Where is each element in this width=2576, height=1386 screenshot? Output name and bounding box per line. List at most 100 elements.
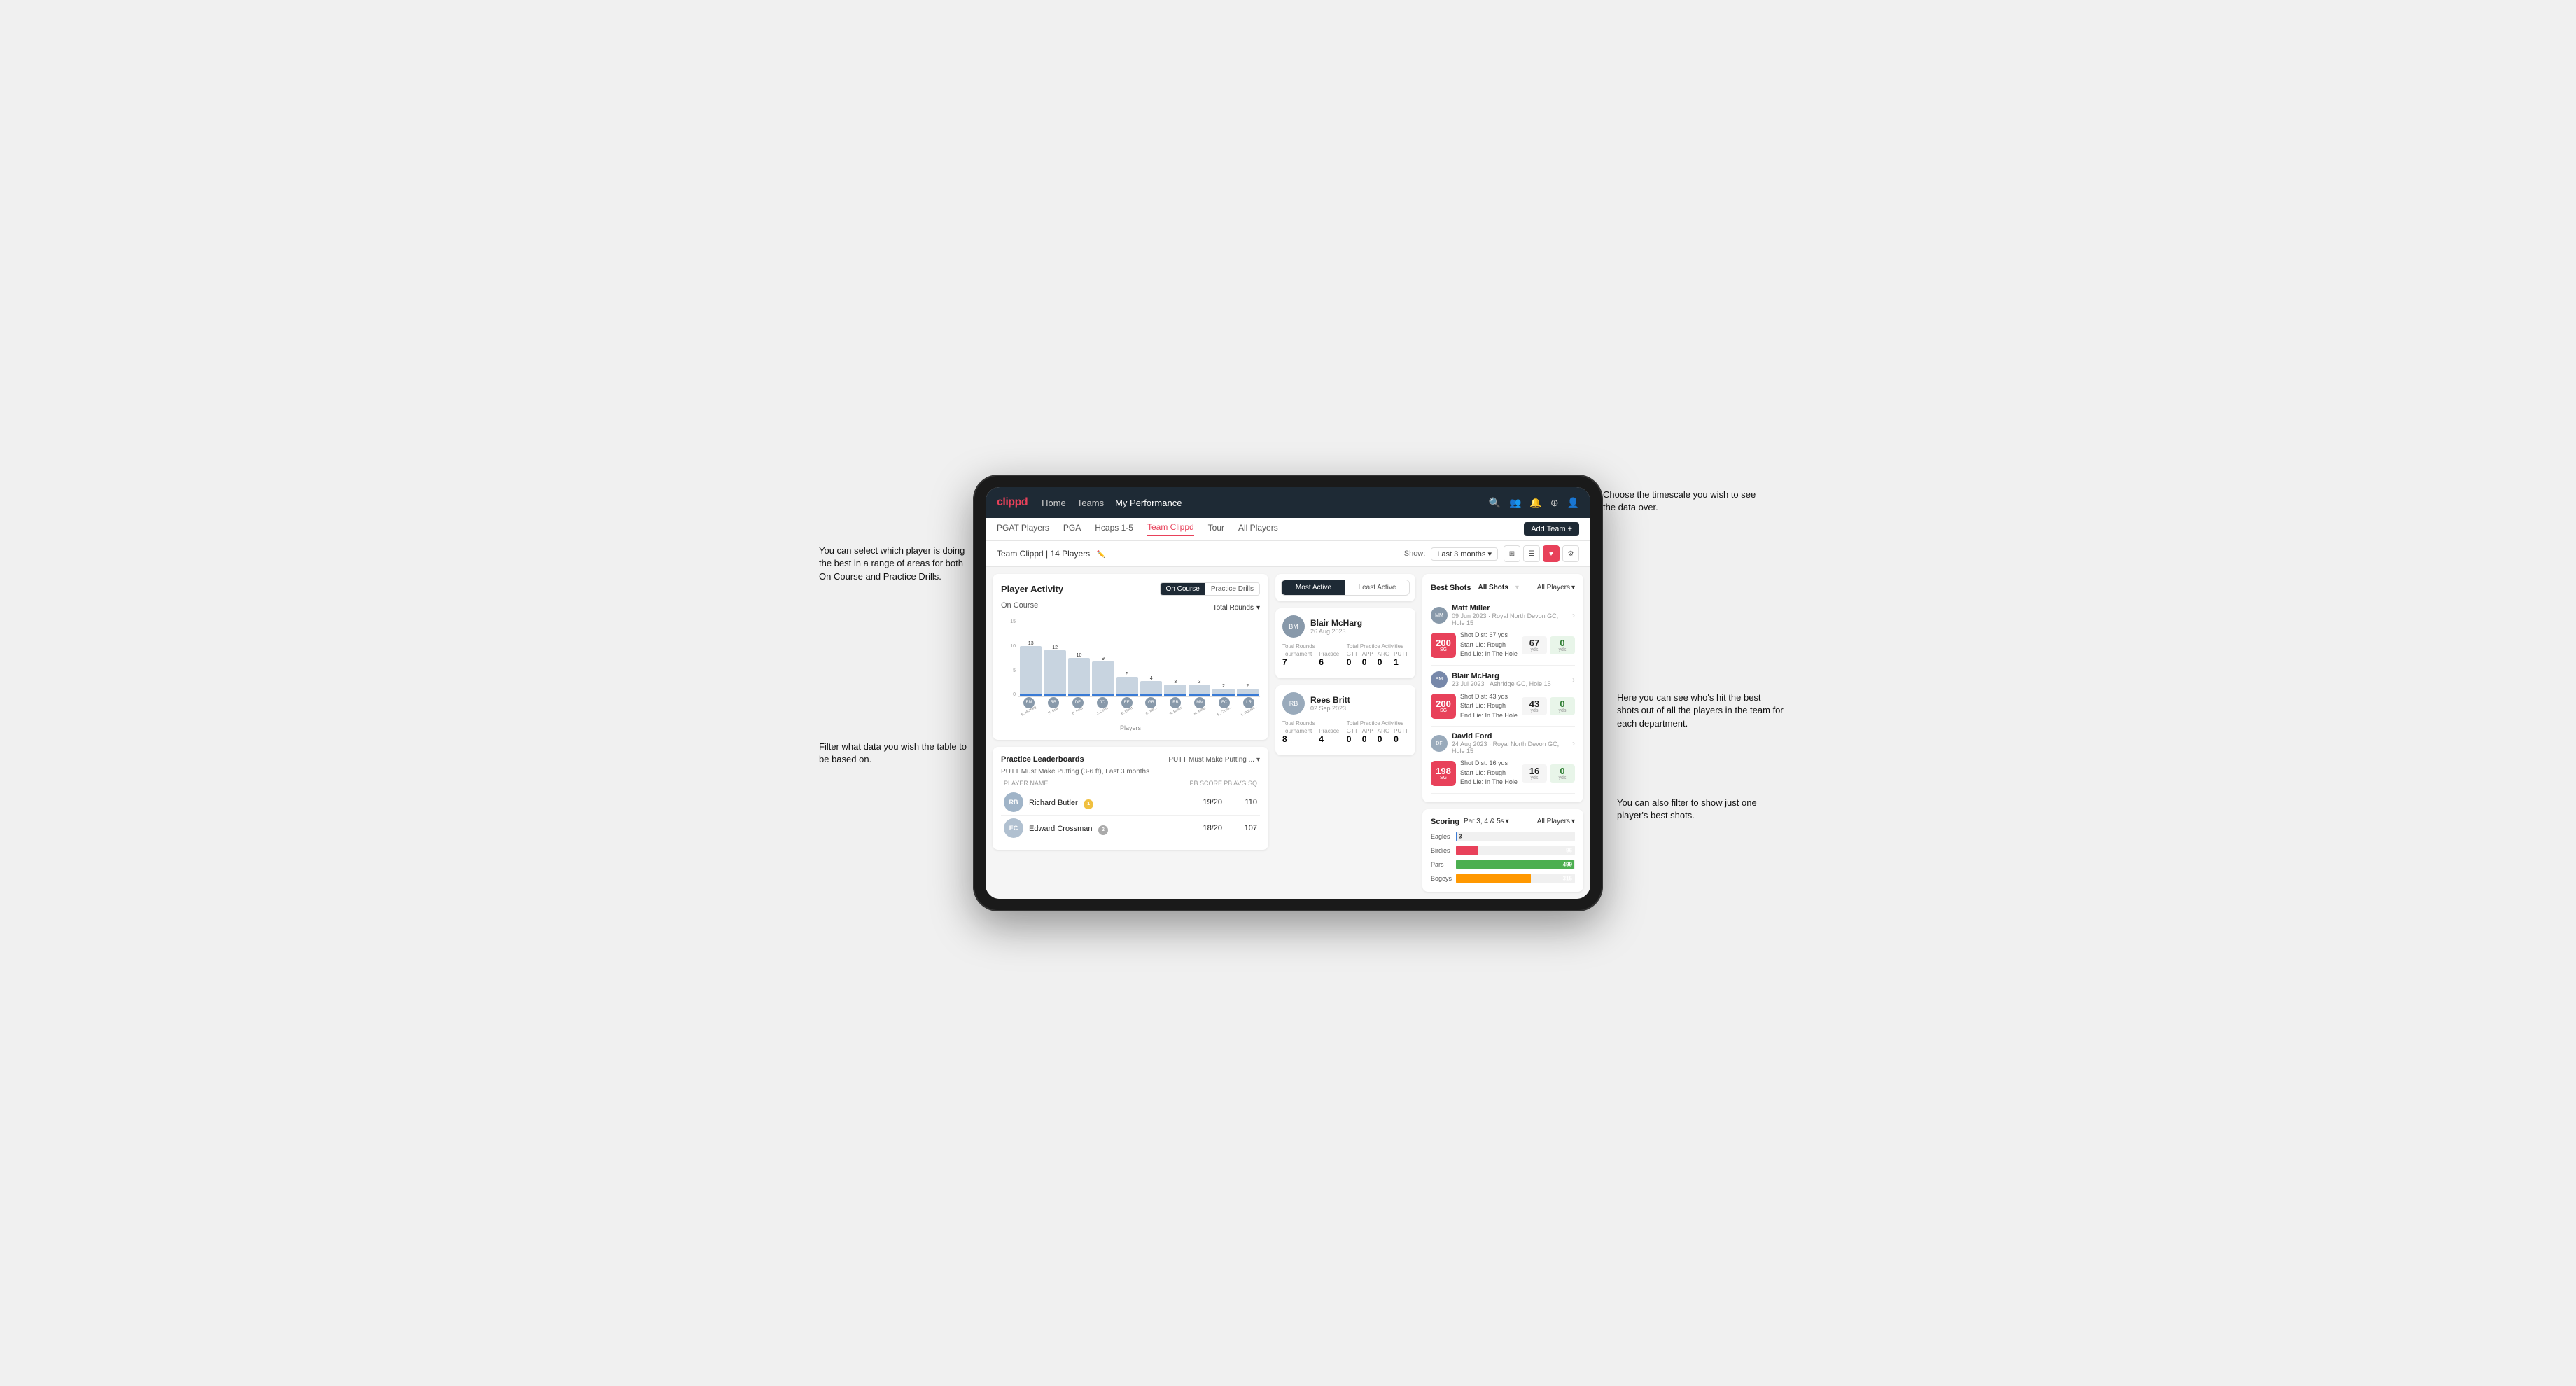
shot-metric-end-matt: 0 yds <box>1550 636 1575 654</box>
shot-player-info-matt: Matt Miller 09 Jun 2023 · Royal North De… <box>1452 604 1572 626</box>
pars-label: Pars <box>1431 861 1452 868</box>
shot-player-info-david: David Ford 24 Aug 2023 · Royal North Dev… <box>1452 732 1572 755</box>
bell-icon[interactable]: 🔔 <box>1530 497 1541 509</box>
shot-player-name-david: David Ford <box>1452 732 1572 741</box>
birdies-label: Birdies <box>1431 847 1452 854</box>
player-stats-blair: Total Rounds Tournament 7 Practice 6 <box>1282 643 1408 667</box>
player-card-header-rees: RB Rees Britt 02 Sep 2023 <box>1282 692 1408 715</box>
shot-player-detail-david: 24 Aug 2023 · Royal North Devon GC, Hole… <box>1452 741 1572 755</box>
list-view-button[interactable]: ☰ <box>1523 545 1540 562</box>
most-active-tab[interactable]: Most Active <box>1282 580 1345 595</box>
eagles-bar-wrapper: 3 <box>1456 832 1575 841</box>
bar-chart-container: 15 10 5 0 13 <box>1001 617 1260 722</box>
shot-badge-blair: 200 SG <box>1431 694 1456 719</box>
best-shots-header: Best Shots All Shots ▾ All Players ▾ <box>1431 582 1575 593</box>
birdies-value: 96 <box>1566 847 1572 853</box>
avatar-matt-miller: MM <box>1431 607 1448 624</box>
on-course-label: On Course <box>1001 601 1038 610</box>
tablet-screen: clippd Home Teams My Performance 🔍 👥 🔔 ⊕… <box>986 487 1590 899</box>
edit-icon[interactable]: ✏️ <box>1097 551 1105 559</box>
tournament-val-rees: 8 <box>1282 734 1312 744</box>
shot-card-header-matt: MM Matt Miller 09 Jun 2023 · Royal North… <box>1431 604 1575 626</box>
pars-bar-wrapper: 499 <box>1456 860 1575 869</box>
sub-nav-tour[interactable]: Tour <box>1208 523 1224 536</box>
shot-chevron-david[interactable]: › <box>1572 738 1575 748</box>
scoring-filter-dropdown[interactable]: Par 3, 4 & 5s ▾ <box>1464 818 1509 825</box>
pb-avg-richard: 110 <box>1222 798 1257 806</box>
practice-activities-label-rees: Total Practice Activities <box>1347 720 1408 727</box>
sub-nav-all-players[interactable]: All Players <box>1238 523 1278 536</box>
shot-chevron-matt[interactable]: › <box>1572 610 1575 620</box>
least-active-tab[interactable]: Least Active <box>1345 580 1409 595</box>
add-circle-icon[interactable]: ⊕ <box>1550 497 1559 509</box>
user-icon[interactable]: 👤 <box>1567 497 1579 509</box>
annotation-player-filter: You can also filter to show just one pla… <box>1617 797 1785 822</box>
total-rounds-label-rees: Total Rounds <box>1282 720 1341 727</box>
heart-view-button[interactable]: ♥ <box>1543 545 1560 562</box>
bar-B-McHarg: 13 <box>1020 641 1042 696</box>
y-label-10: 10 <box>1010 644 1016 649</box>
player-info-richard: Richard Butler 1 <box>1029 796 1187 809</box>
bar-E-Crossman: 2 <box>1212 684 1234 696</box>
shot-metrics-david: 16 yds 0 yds <box>1522 764 1575 783</box>
shot-card-header-david: DF David Ford 24 Aug 2023 · Royal North … <box>1431 732 1575 755</box>
add-team-button[interactable]: Add Team + <box>1524 522 1579 536</box>
on-course-button[interactable]: On Course <box>1161 583 1205 595</box>
nav-home[interactable]: Home <box>1042 498 1066 508</box>
sub-nav-pgat[interactable]: PGAT Players <box>997 523 1049 536</box>
shot-details-blair-shot: 200 SG Shot Dist: 43 yds Start Lie: Roug… <box>1431 692 1575 721</box>
eagles-bar <box>1456 832 1457 841</box>
putt-val-blair: 1 <box>1394 657 1408 667</box>
avatar-row: BM B. McHarg RB R. Britt DF D. Ford <box>1018 697 1260 713</box>
total-rounds-dropdown[interactable]: Total Rounds ▾ <box>1213 604 1260 612</box>
practice-activities-group-blair: Total Practice Activities GTT 0 APP 0 <box>1347 643 1408 667</box>
sub-nav-pga[interactable]: PGA <box>1063 523 1081 536</box>
search-icon[interactable]: 🔍 <box>1489 497 1501 509</box>
show-dropdown[interactable]: Last 3 months ▾ <box>1431 547 1498 561</box>
eagles-value: 3 <box>1459 833 1462 839</box>
sub-nav-team-clippd[interactable]: Team Clippd <box>1147 522 1194 536</box>
all-players-filter[interactable]: All Players ▾ <box>1537 584 1575 592</box>
logo[interactable]: clippd <box>997 496 1028 509</box>
bogeys-bar-wrapper: 315 <box>1456 874 1575 883</box>
bar-D-Ford: 10 <box>1068 653 1090 696</box>
practice-val-rees: 4 <box>1319 734 1339 744</box>
avatar-blair-shot: BM <box>1431 671 1448 688</box>
player-date-rees: 02 Sep 2023 <box>1310 705 1350 712</box>
nav-my-performance[interactable]: My Performance <box>1115 498 1182 508</box>
settings-view-button[interactable]: ⚙ <box>1562 545 1579 562</box>
bogeys-value: 315 <box>1563 875 1572 881</box>
col-pb-score: PB SCORE <box>1187 780 1222 787</box>
nav-links: Home Teams My Performance <box>1042 498 1474 508</box>
tournament-val-blair: 7 <box>1282 657 1312 667</box>
practice-activities-label-blair: Total Practice Activities <box>1347 643 1408 650</box>
scoring-title: Scoring <box>1431 818 1460 826</box>
shot-metric-dist-blair: 43 yds <box>1522 697 1547 715</box>
people-icon[interactable]: 👥 <box>1509 497 1521 509</box>
x-label-R-Britt: R. Britt <box>1048 707 1059 716</box>
scoring-all-players[interactable]: All Players ▾ <box>1537 818 1575 825</box>
view-icons: ⊞ ☰ ♥ ⚙ <box>1504 545 1579 562</box>
avatar-edward-crossman: EC <box>1004 818 1023 838</box>
leaderboard-filter-dropdown[interactable]: PUTT Must Make Putting ... ▾ <box>1168 756 1260 764</box>
player-card-header-blair: BM Blair McHarg 26 Aug 2023 <box>1282 615 1408 638</box>
pb-avg-edward: 107 <box>1222 824 1257 832</box>
shot-badge-david: 198 SG <box>1431 761 1456 786</box>
player-card-rees: RB Rees Britt 02 Sep 2023 Total Rounds <box>1275 685 1415 755</box>
bogeys-label: Bogeys <box>1431 875 1452 882</box>
leaderboard-columns: PLAYER NAME PB SCORE PB AVG SQ <box>1001 780 1260 787</box>
practice-drills-button[interactable]: Practice Drills <box>1205 583 1259 595</box>
avatar-rees: RB <box>1282 692 1305 715</box>
team-title: Team Clippd | 14 Players ✏️ <box>997 549 1404 559</box>
tablet-frame: clippd Home Teams My Performance 🔍 👥 🔔 ⊕… <box>973 475 1603 911</box>
grid-view-button[interactable]: ⊞ <box>1504 545 1520 562</box>
shot-chevron-blair[interactable]: › <box>1572 675 1575 685</box>
practice-label-blair: Practice 6 <box>1319 651 1339 667</box>
sub-nav-hcaps[interactable]: Hcaps 1-5 <box>1095 523 1133 536</box>
shot-metric-end-blair: 0 yds <box>1550 697 1575 715</box>
nav-teams[interactable]: Teams <box>1077 498 1104 508</box>
player-info-blair: Blair McHarg 26 Aug 2023 <box>1310 618 1362 635</box>
bogeys-bar <box>1456 874 1531 883</box>
all-shots-tab[interactable]: All Shots <box>1475 582 1511 593</box>
bar-M-Miller: 3 <box>1189 680 1210 696</box>
